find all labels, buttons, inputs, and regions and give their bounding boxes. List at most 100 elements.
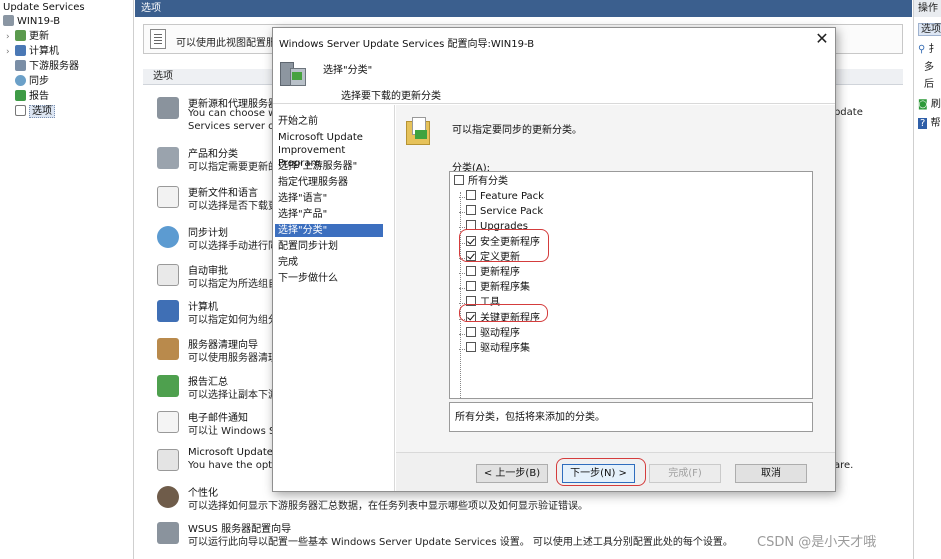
checkbox-classification[interactable]: 更新程序集 [459,281,530,295]
action-item[interactable]: 后 [924,75,934,90]
console-tree: Update Services WIN19-B › 更新 › 计算机 下游服务器 同… [0,0,134,559]
wizard-server-icon [280,58,308,88]
checkbox-classification[interactable]: 驱动程序 [459,326,520,341]
tree-item-label: 选项 [29,105,55,118]
tree-item-updates[interactable]: › 更新 [6,30,49,44]
nav-item-products[interactable]: 选择"产品" [275,208,383,221]
sync-icon [157,226,179,248]
tree-root-label: Update Services [3,2,85,13]
action-label: 刷 [930,99,941,110]
option-desc: 可以选择是否下载更 [188,201,278,212]
tree-connector [459,288,465,290]
checkbox-unchecked[interactable] [466,326,476,337]
actions-selected[interactable]: 选项 [918,20,941,36]
action-label: 后 [924,79,934,90]
reports-icon [15,90,26,101]
checkbox-label: 更新程序集 [480,282,530,294]
finish-button: 完成(F) [649,464,721,483]
options-icon [15,105,26,116]
option-title[interactable]: Microsoft Update I [188,447,279,458]
program-icon [157,449,179,471]
folder-icon [404,115,434,147]
checkbox-unchecked[interactable] [466,266,476,276]
nav-item-classifications[interactable]: 选择"分类" [275,224,383,237]
file-icon [157,186,179,208]
sync-icon [15,75,26,86]
option-desc: Services server on [188,121,281,132]
tree-item-reports[interactable]: 报告 [15,90,49,104]
description-text: 所有分类，包括将来添加的分类。 [455,412,605,423]
refresh-icon: ◙ [918,99,928,110]
expand-icon[interactable]: › [6,45,15,59]
wizard-content: 可以指定要同步的更新分类。 分类(A): 所有分类 Feature Pack Se… [396,105,835,452]
cleanup-icon [157,338,179,360]
checkbox-classification[interactable]: 驱动程序集 [459,342,530,356]
wizard-step-title: 选择"分类" [323,65,373,76]
checkbox-classification[interactable]: 更新程序 [459,266,520,280]
nav-item-languages[interactable]: 选择"语言" [275,192,383,205]
updates-icon [15,30,26,41]
back-button[interactable]: < 上一步(B) [476,464,548,483]
computers-icon [15,45,26,56]
tree-root[interactable]: Update Services [3,1,85,15]
tree-item-computers[interactable]: › 计算机 [6,45,59,59]
action-item[interactable]: 多 [924,58,934,73]
wizard-icon [157,522,179,544]
checkbox-unchecked[interactable] [466,205,476,216]
action-label: 帮 [930,118,941,129]
action-help[interactable]: ? 帮 [918,114,941,129]
tree-item-label: 同步 [29,76,49,87]
computer-icon [157,300,179,322]
wizard-step-subtitle: 选择要下载的更新分类 [341,91,441,102]
tree-item-label: 计算机 [29,46,59,57]
tree-item-sync[interactable]: 同步 [15,75,49,89]
action-item[interactable]: ⚲ 扌 [918,40,939,55]
nav-item-before-you-begin[interactable]: 开始之前 [275,115,383,128]
nav-item-finish[interactable]: 完成 [275,256,383,269]
action-refresh[interactable]: ◙ 刷 [918,95,941,110]
checkbox-unchecked[interactable] [466,190,476,200]
option-desc: You have the optio [188,460,282,471]
nav-item-proxy[interactable]: 指定代理服务器 [275,176,383,189]
wizard-header: 选择"分类" 选择要下载的更新分类 [273,52,835,104]
action-label: 扌 [928,44,939,55]
tree-connector [459,197,465,198]
tree-connector [459,212,465,214]
actions-pane: 操作 选项 ⚲ 扌 多 后 ◙ 刷 ? 帮 [913,0,941,559]
expand-icon[interactable]: › [6,30,15,44]
checkbox-classification[interactable]: Service Pack [459,205,543,219]
rollup-icon [157,375,179,397]
checkbox-classification[interactable]: Feature Pack [459,190,544,204]
actions-selected-label: 选项 [918,23,941,36]
nav-item-whats-next[interactable]: 下一步做什么 [275,272,383,285]
tree-connector [459,333,465,335]
checkbox-unchecked[interactable] [466,281,476,292]
highlight-security-definition [459,229,549,262]
server-icon [3,15,14,26]
checkbox-box[interactable] [454,175,464,185]
email-icon [157,411,179,433]
config-wizard-dialog: Windows Server Update Services 配置向导:WIN1… [272,27,836,492]
option-desc: 可以选择如何显示下游服务器汇总数据，在任务列表中显示哪些项以及如何显示验证错误。 [188,501,588,512]
info-text: 可以使用此视图配置服务 [176,38,286,49]
nav-item-upstream[interactable]: 选择"上游服务器" [275,160,383,173]
center-header: 选项 [135,0,912,17]
tree-item-downstream[interactable]: 下游服务器 [15,60,79,74]
nav-item-sync-schedule[interactable]: 配置同步计划 [275,240,383,253]
classifications-tree[interactable]: 所有分类 Feature Pack Service Pack Upgrades 安全更… [449,171,813,399]
tree-item-options[interactable]: 选项 [15,105,55,119]
tree-item-label: 更新 [29,31,49,42]
tree-connector [459,349,465,350]
products-icon [157,147,179,169]
option-desc: You can choose wh [188,108,283,119]
highlight-next-button [556,458,646,486]
search-icon: ⚲ [918,44,926,55]
cancel-button[interactable]: 取消 [735,464,807,483]
checkbox-unchecked[interactable] [466,342,476,352]
document-icon [150,29,166,49]
help-icon: ? [918,118,928,129]
tree-server[interactable]: WIN19-B [3,15,60,29]
highlight-critical-updates [459,304,548,322]
checkbox-all-classifications[interactable]: 所有分类 [454,175,508,189]
close-icon[interactable]: ✕ [811,30,833,50]
